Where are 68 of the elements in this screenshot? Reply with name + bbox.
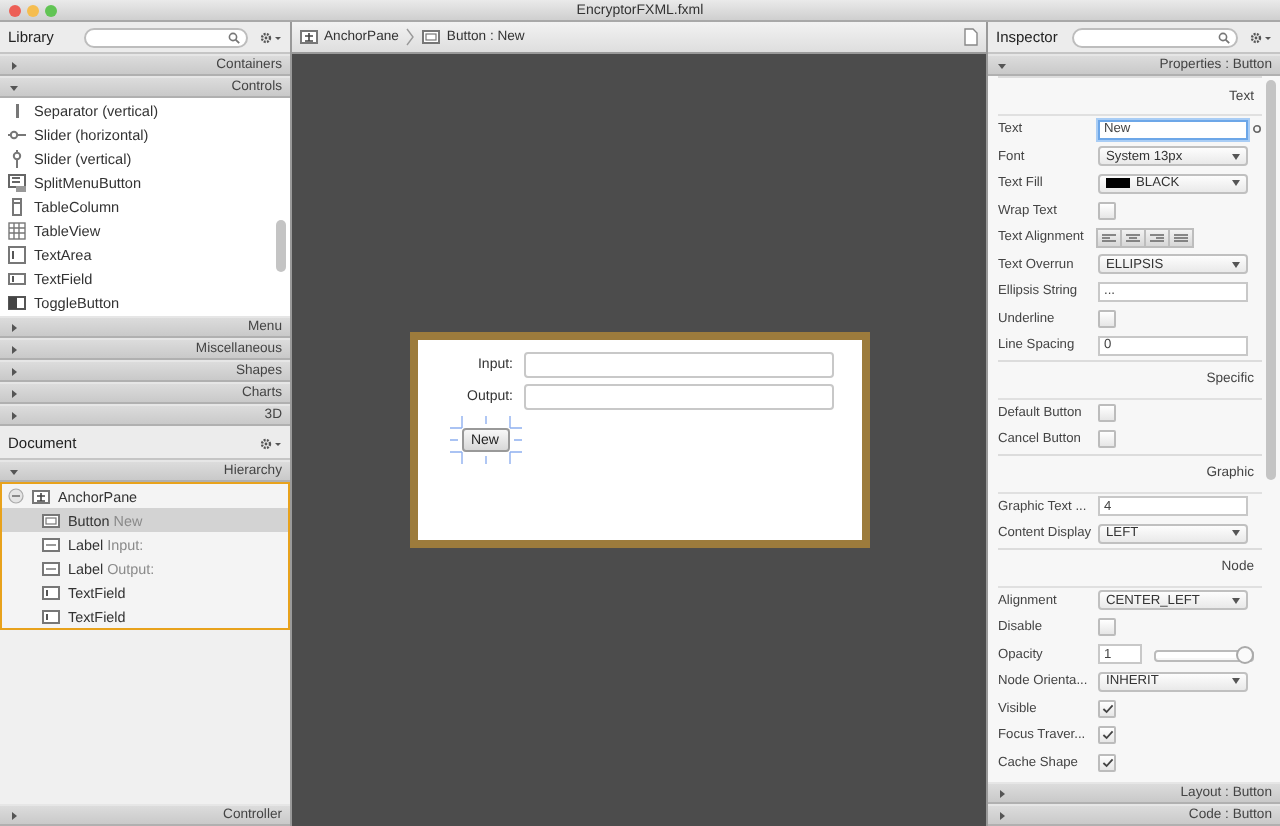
button-icon [42, 513, 60, 527]
text-area-icon [8, 245, 26, 263]
expand-triangle-icon[interactable] [10, 345, 18, 353]
expand-triangle-icon[interactable] [10, 367, 18, 375]
document-icon[interactable] [964, 28, 978, 46]
toggle-icon [8, 293, 26, 311]
slider-icon [8, 125, 26, 143]
checkbox[interactable] [1098, 430, 1116, 449]
slider-thumb[interactable] [1236, 645, 1254, 664]
scrollbar-thumb[interactable] [276, 220, 286, 272]
button-icon [422, 30, 441, 44]
collapse-triangle-icon[interactable] [10, 83, 18, 91]
checkbox[interactable] [1098, 201, 1116, 220]
align-button[interactable] [1096, 227, 1122, 248]
expand-triangle-icon[interactable] [10, 323, 18, 331]
collapse-triangle-icon[interactable] [998, 61, 1006, 69]
text-input-field[interactable] [523, 384, 833, 410]
selection-handles-drawing[interactable] [449, 416, 521, 464]
expand-triangle-icon[interactable] [10, 411, 18, 419]
settings-icon[interactable] [1250, 31, 1272, 43]
scrollbar-thumb[interactable] [1266, 80, 1276, 480]
align-icon [1150, 233, 1164, 242]
caret-icon [1232, 597, 1240, 604]
caret-icon [1232, 153, 1240, 160]
search-field[interactable] [1072, 27, 1238, 47]
expand-triangle-icon[interactable] [998, 789, 1006, 797]
expand-triangle-icon[interactable] [10, 61, 18, 69]
slider[interactable] [1154, 645, 1254, 664]
search-icon[interactable] [1218, 31, 1230, 43]
settings-icon[interactable] [260, 437, 282, 449]
text-field-icon [8, 269, 26, 287]
search-icon[interactable] [228, 31, 240, 43]
checkbox[interactable] [1098, 699, 1116, 718]
align-button[interactable] [1168, 227, 1194, 248]
expand-triangle-icon[interactable] [10, 389, 18, 397]
caret-icon [1232, 180, 1240, 187]
align-button[interactable] [1120, 227, 1146, 248]
window-controls-icon[interactable] [8, 4, 60, 18]
grid-icon [8, 221, 26, 239]
align-button[interactable] [1144, 227, 1170, 248]
caret-icon [1232, 678, 1240, 685]
search-field[interactable] [84, 27, 248, 47]
checkbox[interactable] [1098, 726, 1116, 745]
anchor-pane-icon [32, 489, 50, 503]
caret-icon [1232, 261, 1240, 268]
checkbox[interactable] [1098, 618, 1116, 637]
align-icon [1102, 233, 1116, 242]
menu-button-icon [8, 173, 26, 191]
expand-triangle-icon[interactable] [10, 811, 18, 819]
checkbox[interactable] [1098, 403, 1116, 422]
text-field-icon [42, 609, 60, 623]
collapse-icon[interactable] [8, 488, 24, 504]
expand-triangle-icon[interactable] [998, 811, 1006, 819]
text-input-field[interactable] [523, 352, 833, 378]
align-icon [1126, 233, 1140, 242]
caret-icon [1232, 530, 1240, 537]
settings-icon[interactable] [260, 31, 282, 43]
checkbox[interactable] [1098, 309, 1116, 328]
chevron-icon [406, 28, 415, 46]
text-field-icon [42, 585, 60, 599]
label-icon [42, 561, 60, 575]
column-icon [8, 197, 26, 215]
anchor-pane-icon [300, 30, 318, 44]
label-icon [42, 537, 60, 551]
align-icon [1174, 233, 1188, 242]
checkbox[interactable] [1098, 753, 1116, 772]
slider-icon [8, 149, 26, 167]
collapse-triangle-icon[interactable] [10, 467, 18, 475]
